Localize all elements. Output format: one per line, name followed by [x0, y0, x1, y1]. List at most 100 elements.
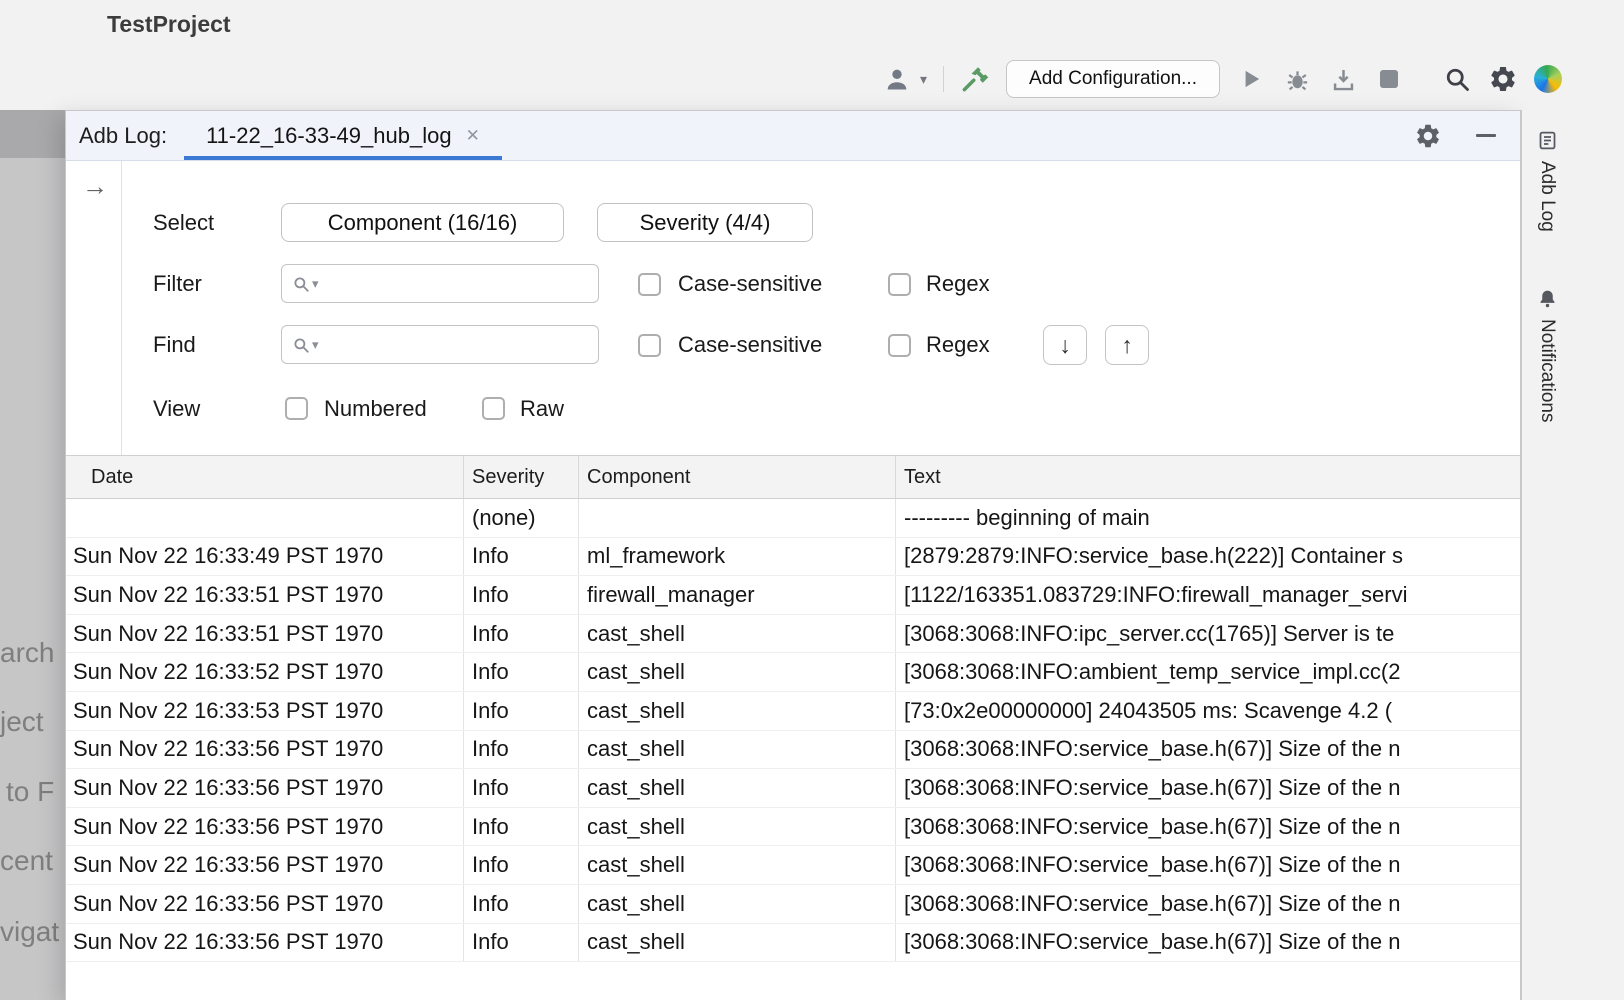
- find-history-chevron-icon[interactable]: ▾: [312, 337, 319, 353]
- cell-severity: Info: [464, 885, 579, 923]
- filter-case-sensitive-checkbox[interactable]: [638, 273, 661, 296]
- cell-component: cast_shell: [579, 692, 896, 730]
- panel-settings-gear-icon[interactable]: [1414, 122, 1442, 150]
- cell-component: cast_shell: [579, 885, 896, 923]
- table-row[interactable]: (none) --------- beginning of main: [66, 499, 1520, 538]
- log-file-tab[interactable]: 11-22_16-33-49_hub_log ✕: [184, 111, 502, 160]
- cell-date: Sun Nov 22 16:33:56 PST 1970: [66, 731, 464, 769]
- cell-text: [3068:3068:INFO:service_base.h(67)] Size…: [896, 769, 1520, 807]
- cell-date: Sun Nov 22 16:33:51 PST 1970: [66, 615, 464, 653]
- app-logo-icon[interactable]: [1534, 65, 1562, 93]
- column-header-severity[interactable]: Severity: [464, 456, 579, 498]
- cell-severity: Info: [464, 538, 579, 576]
- filter-input[interactable]: [321, 265, 598, 302]
- find-case-sensitive-label: Case-sensitive: [678, 325, 822, 364]
- settings-gear-icon[interactable]: [1488, 64, 1518, 94]
- find-input[interactable]: [321, 326, 598, 363]
- cell-component: cast_shell: [579, 731, 896, 769]
- stop-icon[interactable]: [1374, 64, 1404, 94]
- cell-text: [3068:3068:INFO:ipc_server.cc(1765)] Ser…: [896, 615, 1520, 653]
- cell-component: [579, 499, 896, 537]
- cell-date: Sun Nov 22 16:33:56 PST 1970: [66, 924, 464, 962]
- cell-component: firewall_manager: [579, 576, 896, 614]
- user-icon[interactable]: [882, 64, 912, 94]
- table-row[interactable]: Sun Nov 22 16:33:56 PST 1970 Info cast_s…: [66, 924, 1520, 963]
- find-regex-checkbox[interactable]: [888, 334, 911, 357]
- numbered-checkbox[interactable]: [285, 397, 308, 420]
- right-tool-stripe: Adb Log Notifications: [1521, 110, 1624, 1000]
- column-header-component[interactable]: Component: [579, 456, 896, 498]
- table-row[interactable]: Sun Nov 22 16:33:56 PST 1970 Info cast_s…: [66, 769, 1520, 808]
- notifications-bell-icon: [1537, 288, 1558, 309]
- column-header-text[interactable]: Text: [896, 456, 1520, 498]
- filter-regex-label: Regex: [926, 264, 990, 303]
- bg-text-fragment: arch: [0, 637, 54, 669]
- stripe-item-adb-log[interactable]: Adb Log: [1526, 130, 1568, 232]
- cell-severity: Info: [464, 653, 579, 691]
- bg-text-fragment: cent: [0, 845, 53, 877]
- filter-history-chevron-icon[interactable]: ▾: [312, 276, 319, 292]
- cell-component: ml_framework: [579, 538, 896, 576]
- cell-date: Sun Nov 22 16:33:56 PST 1970: [66, 885, 464, 923]
- cell-severity: Info: [464, 808, 579, 846]
- debug-icon[interactable]: [1282, 64, 1312, 94]
- cell-severity: (none): [464, 499, 579, 537]
- table-row[interactable]: Sun Nov 22 16:33:56 PST 1970 Info cast_s…: [66, 808, 1520, 847]
- component-filter-button[interactable]: Component (16/16): [281, 203, 564, 242]
- filter-search-box[interactable]: ▾: [281, 264, 599, 303]
- table-row[interactable]: Sun Nov 22 16:33:53 PST 1970 Info cast_s…: [66, 692, 1520, 731]
- bg-text-fragment: to F: [6, 776, 54, 808]
- log-table: Date Severity Component Text (none) ----…: [66, 456, 1520, 1000]
- table-row[interactable]: Sun Nov 22 16:33:49 PST 1970 Info ml_fra…: [66, 538, 1520, 577]
- table-row[interactable]: Sun Nov 22 16:33:56 PST 1970 Info cast_s…: [66, 731, 1520, 770]
- cell-component: cast_shell: [579, 808, 896, 846]
- main-toolbar: ▾ Add Configuration...: [882, 58, 1562, 100]
- table-row[interactable]: Sun Nov 22 16:33:56 PST 1970 Info cast_s…: [66, 846, 1520, 885]
- severity-filter-button[interactable]: Severity (4/4): [597, 203, 813, 242]
- collapse-arrow-icon[interactable]: →: [82, 171, 108, 202]
- add-configuration-button[interactable]: Add Configuration...: [1006, 60, 1220, 98]
- find-next-button[interactable]: ↓: [1043, 325, 1087, 365]
- cell-text: [3068:3068:INFO:service_base.h(67)] Size…: [896, 885, 1520, 923]
- table-row[interactable]: Sun Nov 22 16:33:51 PST 1970 Info cast_s…: [66, 615, 1520, 654]
- filter-panel: → Select Component (16/16) Severity (4/4…: [66, 161, 1520, 456]
- raw-checkbox[interactable]: [482, 397, 505, 420]
- cell-date: Sun Nov 22 16:33:56 PST 1970: [66, 808, 464, 846]
- build-hammer-icon[interactable]: [960, 64, 990, 94]
- attach-debugger-icon[interactable]: [1328, 64, 1358, 94]
- cell-severity: Info: [464, 846, 579, 884]
- panel-gutter: →: [66, 161, 122, 455]
- table-row[interactable]: Sun Nov 22 16:33:51 PST 1970 Info firewa…: [66, 576, 1520, 615]
- column-header-date[interactable]: Date: [66, 456, 464, 498]
- find-previous-button[interactable]: ↑: [1105, 325, 1149, 365]
- cell-text: [3068:3068:INFO:service_base.h(67)] Size…: [896, 846, 1520, 884]
- cell-text: [1122/163351.083729:INFO:firewall_manage…: [896, 576, 1520, 614]
- cell-component: cast_shell: [579, 653, 896, 691]
- cell-severity: Info: [464, 769, 579, 807]
- find-case-sensitive-checkbox[interactable]: [638, 334, 661, 357]
- filter-regex-checkbox[interactable]: [888, 273, 911, 296]
- notifications-stripe-label: Notifications: [1536, 319, 1558, 423]
- view-label: View: [153, 389, 200, 428]
- user-chevron-icon[interactable]: ▾: [920, 71, 927, 88]
- table-row[interactable]: Sun Nov 22 16:33:56 PST 1970 Info cast_s…: [66, 885, 1520, 924]
- cell-severity: Info: [464, 924, 579, 962]
- find-search-box[interactable]: ▾: [281, 325, 599, 364]
- minimize-icon[interactable]: [1476, 134, 1496, 137]
- window-title: TestProject: [107, 11, 231, 38]
- cell-component: cast_shell: [579, 615, 896, 653]
- stripe-item-notifications[interactable]: Notifications: [1526, 288, 1568, 423]
- search-icon[interactable]: [1442, 64, 1472, 94]
- cell-severity: Info: [464, 576, 579, 614]
- numbered-label: Numbered: [324, 389, 427, 428]
- toolbar-separator: [943, 66, 944, 92]
- find-magnifier-icon: [292, 336, 310, 354]
- run-icon[interactable]: [1236, 64, 1266, 94]
- adb-log-icon: [1537, 130, 1558, 151]
- cell-component: cast_shell: [579, 924, 896, 962]
- table-row[interactable]: Sun Nov 22 16:33:52 PST 1970 Info cast_s…: [66, 653, 1520, 692]
- tab-close-icon[interactable]: ✕: [466, 126, 480, 146]
- cell-severity: Info: [464, 692, 579, 730]
- cell-text: [2879:2879:INFO:service_base.h(222)] Con…: [896, 538, 1520, 576]
- raw-label: Raw: [520, 389, 564, 428]
